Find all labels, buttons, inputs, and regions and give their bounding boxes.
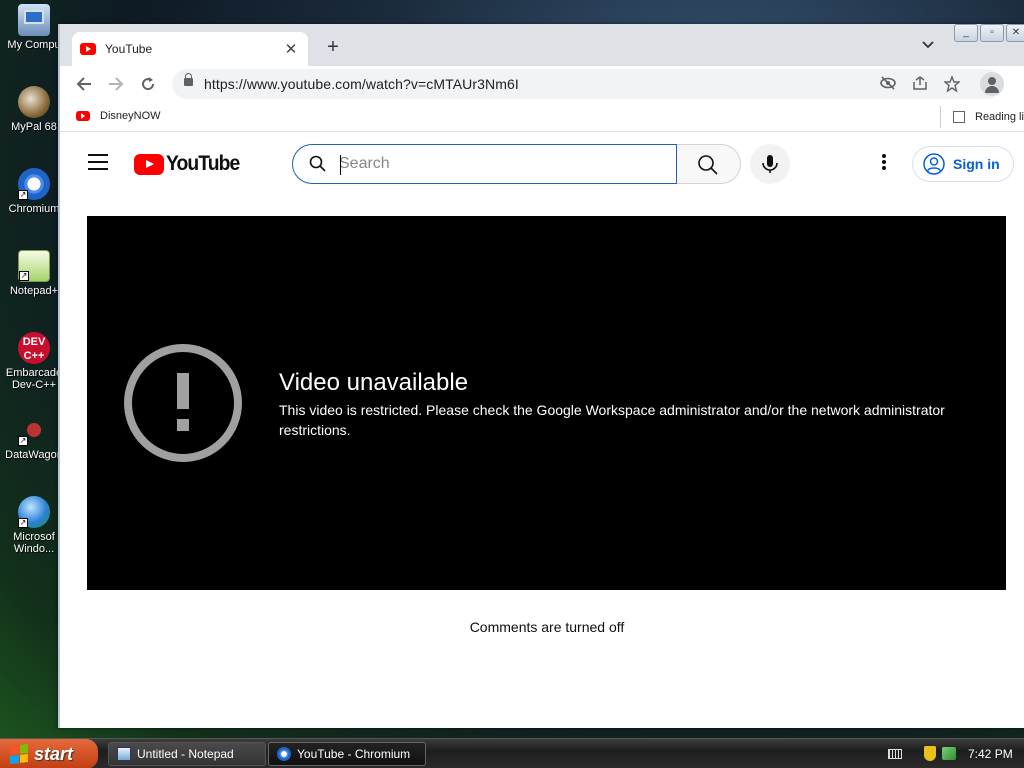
tab-title: YouTube (105, 42, 153, 56)
desktop-icon-windows-update[interactable]: ↗ Microsof Windo... (2, 496, 66, 555)
youtube-masthead: YouTube Sign in (60, 136, 1024, 192)
account-circle-icon (923, 153, 945, 175)
computer-icon (18, 4, 50, 36)
taskbar-item-chromium[interactable]: YouTube - Chromium (268, 742, 426, 766)
browser-window: YouTube ✕ + _ ▫ ✕ https://www.youtube.co… (58, 24, 1024, 728)
reload-button[interactable] (136, 72, 160, 96)
notepad-plus-icon: ↗ (18, 250, 50, 282)
desktop-icon-datawagon[interactable]: ↗ DataWagon (2, 414, 66, 461)
chromium-icon: ↗ (18, 168, 50, 200)
desktop-icon-chromium[interactable]: ↗ Chromium (2, 168, 66, 215)
bookmark-label: DisneyNOW (100, 110, 161, 122)
shield-icon[interactable] (924, 746, 936, 761)
taskbar-item-label: Untitled - Notepad (137, 747, 234, 761)
search-button[interactable] (677, 144, 741, 184)
new-tab-button[interactable]: + (322, 36, 344, 59)
youtube-logo[interactable]: YouTube (134, 152, 246, 176)
address-url[interactable]: https://www.youtube.com/watch?v=cMTAUr3N… (204, 76, 519, 92)
notepad-icon (117, 747, 131, 761)
youtube-favicon-icon (80, 43, 96, 55)
desktop-icon-mypal[interactable]: MyPal 68 (2, 86, 66, 133)
windows-update-icon: ↗ (18, 496, 50, 528)
lock-icon[interactable] (184, 73, 193, 86)
forward-button[interactable] (104, 72, 128, 96)
microphone-icon (762, 155, 778, 173)
desktop-icon-notepadpp[interactable]: ↗ Notepad+ (2, 250, 66, 297)
datawagon-icon: ↗ (18, 414, 50, 446)
maximize-button[interactable]: ▫ (980, 24, 1004, 42)
keyboard-icon[interactable] (888, 749, 902, 759)
desktop-icon-label: My Compu (7, 39, 61, 51)
minimize-button[interactable]: _ (954, 24, 978, 42)
search-box[interactable] (292, 144, 677, 184)
reading-list-button[interactable]: Reading list (940, 106, 1024, 128)
desktop-icon-devcpp[interactable]: DEV C++ Embarcade Dev-C++ (2, 332, 66, 391)
system-tray: 7:42 PM (880, 739, 1024, 768)
comments-status: Comments are turned off (469, 619, 625, 635)
shortcut-arrow-icon: ↗ (19, 271, 29, 281)
desktop-icon-my-computer[interactable]: My Compu (2, 4, 66, 51)
sign-in-button[interactable]: Sign in (912, 146, 1014, 182)
taskbar: start Untitled - Notepad YouTube - Chrom… (0, 738, 1024, 768)
back-button[interactable] (72, 72, 96, 96)
taskbar-item-label: YouTube - Chromium (297, 747, 411, 761)
reading-list-icon (953, 111, 965, 123)
clock[interactable]: 7:42 PM (968, 747, 1013, 761)
youtube-wordmark: YouTube (166, 152, 240, 175)
shortcut-arrow-icon: ↗ (18, 518, 28, 528)
search-icon (309, 155, 327, 178)
bookmark-disneynow[interactable]: DisneyNOW (76, 110, 161, 122)
chromium-icon (277, 747, 291, 761)
tab-search-chevron-down-icon[interactable] (922, 38, 934, 52)
network-icon[interactable] (942, 747, 956, 760)
shortcut-arrow-icon: ↗ (18, 436, 28, 446)
text-caret (340, 155, 341, 175)
reload-icon (142, 77, 155, 91)
error-message: This video is restricted. Please check t… (279, 402, 945, 438)
close-window-button[interactable]: ✕ (1006, 24, 1024, 42)
start-label: start (34, 743, 74, 764)
shortcut-arrow-icon: ↗ (18, 190, 28, 200)
voice-search-button[interactable] (750, 144, 790, 184)
arrow-left-icon (76, 77, 91, 91)
taskbar-item-notepad[interactable]: Untitled - Notepad (108, 742, 266, 766)
tab-close-icon[interactable]: ✕ (282, 40, 300, 58)
browser-toolbar: https://www.youtube.com/watch?v=cMTAUr3N… (60, 66, 1024, 102)
desktop-icon-label: MyPal 68 (11, 121, 57, 133)
arrow-right-icon (109, 77, 124, 91)
sign-in-label: Sign in (953, 156, 1000, 172)
more-options-kebab-icon[interactable] (872, 154, 896, 174)
youtube-favicon-icon (76, 111, 90, 121)
desktop-icon-label: Microsof Windo... (13, 531, 55, 555)
tab-youtube[interactable]: YouTube ✕ (72, 32, 308, 66)
share-icon[interactable] (912, 76, 928, 93)
desktop-icon-label: Notepad+ (9, 285, 58, 297)
search-icon (697, 154, 719, 181)
youtube-play-icon (134, 153, 164, 175)
search-input[interactable] (339, 153, 659, 175)
devcpp-icon: DEV C++ (18, 332, 50, 364)
bookmarks-bar: DisneyNOW Reading list (60, 102, 1024, 132)
windows-flag-icon (10, 744, 28, 764)
desktop-icon-label: Embarcade Dev-C++ (5, 367, 63, 391)
star-icon[interactable] (943, 75, 961, 95)
mypal-icon (18, 86, 50, 118)
address-bar[interactable]: https://www.youtube.com/watch?v=cMTAUr3N… (172, 69, 1002, 99)
error-title: Video unavailable (279, 369, 469, 396)
profile-avatar-icon[interactable] (980, 72, 1004, 96)
menu-hamburger-icon[interactable] (88, 154, 108, 170)
desktop-icon-label: DataWagon (5, 449, 63, 461)
eye-slash-icon[interactable] (880, 76, 896, 93)
start-button[interactable]: start (0, 739, 98, 768)
video-player[interactable]: Video unavailable This video is restrict… (87, 216, 1006, 590)
exclamation-circle-icon (123, 343, 243, 468)
desktop-icon-label: Chromium (8, 203, 60, 215)
reading-list-label: Reading list (975, 111, 1024, 123)
tab-strip: YouTube ✕ + _ ▫ ✕ (60, 24, 1024, 66)
